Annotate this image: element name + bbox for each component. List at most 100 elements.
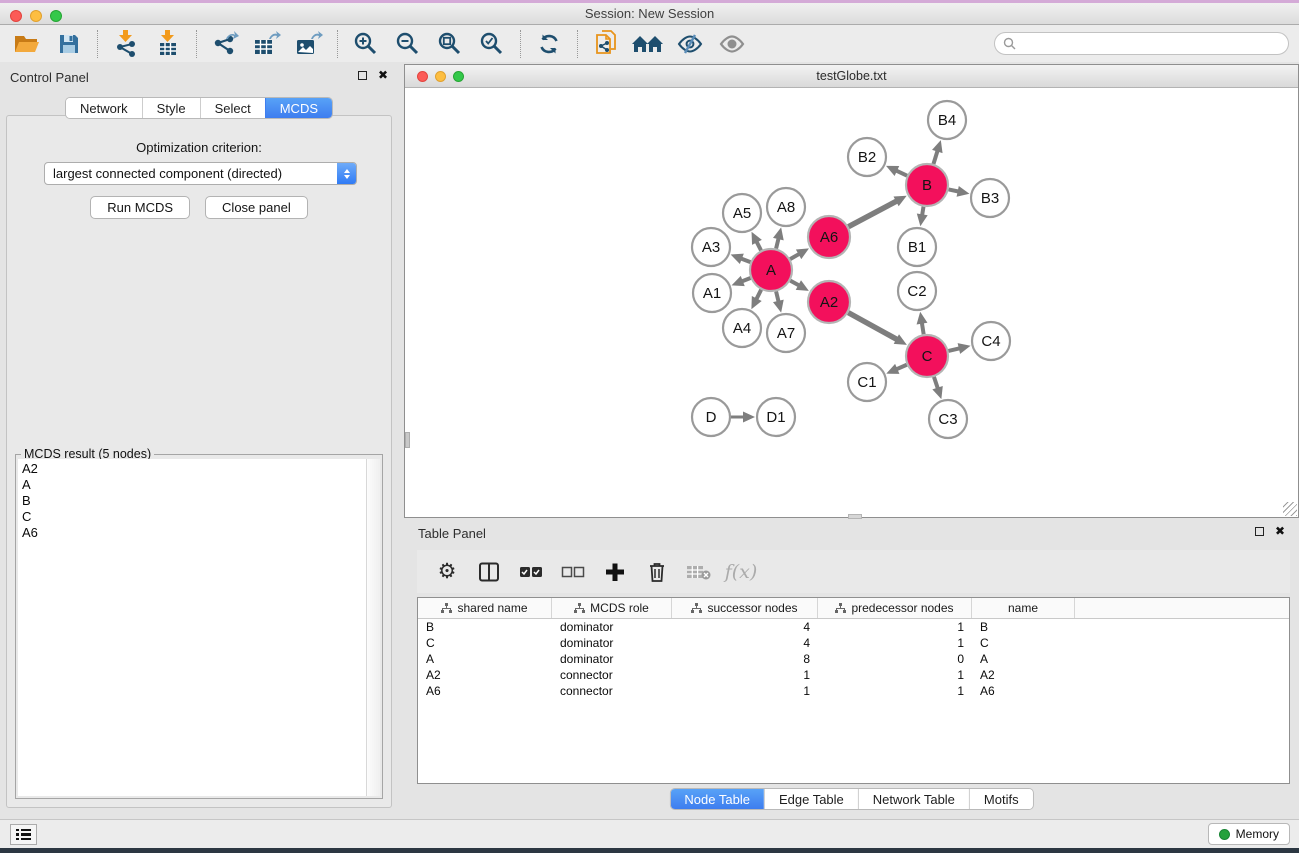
zoom-selected-button[interactable]	[471, 28, 513, 60]
graph-edge[interactable]	[848, 313, 898, 340]
table-cell[interactable]: 1	[818, 684, 972, 698]
table-cell[interactable]: B	[972, 620, 1075, 634]
unselect-all-columns-button[interactable]	[559, 558, 587, 586]
delete-column-button[interactable]	[643, 558, 671, 586]
graph-node[interactable]: C2	[898, 272, 936, 310]
graph-node[interactable]: A8	[767, 188, 805, 226]
table-cell[interactable]: A6	[972, 684, 1075, 698]
zoom-in-button[interactable]	[345, 28, 387, 60]
bottom-divider-handle[interactable]	[848, 514, 862, 519]
import-table-button[interactable]	[147, 28, 189, 60]
graph-node[interactable]: C	[906, 335, 948, 377]
select-all-columns-button[interactable]	[517, 558, 545, 586]
search-field[interactable]	[994, 32, 1289, 55]
column-header[interactable]: name	[972, 598, 1075, 618]
graph-node[interactable]: C1	[848, 363, 886, 401]
graph-edge[interactable]	[934, 377, 938, 390]
zoom-out-button[interactable]	[387, 28, 429, 60]
table-cell[interactable]: 1	[818, 620, 972, 634]
graph-node[interactable]: B1	[898, 228, 936, 266]
show-panels-button[interactable]	[711, 28, 753, 60]
graph-node[interactable]: A1	[693, 274, 731, 312]
tab-mcds[interactable]: MCDS	[265, 98, 332, 118]
memory-button[interactable]: Memory	[1208, 823, 1290, 845]
close-table-panel-icon[interactable]: ✖	[1275, 526, 1285, 536]
export-image-button[interactable]	[288, 28, 330, 60]
mcds-result-item[interactable]: A	[22, 477, 366, 493]
graph-node[interactable]: C4	[972, 322, 1010, 360]
network-minimize-button[interactable]	[435, 71, 446, 82]
table-cell[interactable]: A2	[418, 668, 552, 682]
close-window-button[interactable]	[10, 10, 22, 22]
table-cell[interactable]: 1	[818, 668, 972, 682]
graph-node[interactable]: A4	[723, 309, 761, 347]
table-row[interactable]: Adominator80A	[418, 651, 1289, 667]
table-row[interactable]: A2connector11A2	[418, 667, 1289, 683]
graph-node[interactable]: B	[906, 164, 948, 206]
tab-node-table[interactable]: Node Table	[670, 789, 764, 809]
mcds-result-item[interactable]: B	[22, 493, 366, 509]
table-options-button[interactable]: ⚙	[433, 558, 461, 586]
float-table-panel-icon[interactable]	[1255, 527, 1264, 536]
mcds-result-item[interactable]: A6	[22, 525, 366, 541]
zoom-fit-button[interactable]	[429, 28, 471, 60]
table-cell[interactable]: 1	[818, 636, 972, 650]
column-header[interactable]: successor nodes	[672, 598, 818, 618]
search-input[interactable]	[1021, 35, 1288, 53]
column-header[interactable]: MCDS role	[552, 598, 672, 618]
graph-node[interactable]: A	[750, 249, 792, 291]
column-header[interactable]: predecessor nodes	[818, 598, 972, 618]
graph-node[interactable]: A3	[692, 228, 730, 266]
graph-node[interactable]: B4	[928, 101, 966, 139]
run-mcds-button[interactable]: Run MCDS	[90, 196, 190, 219]
create-column-button[interactable]	[601, 558, 629, 586]
table-row[interactable]: A6connector11A6	[418, 683, 1289, 699]
criterion-select[interactable]: largest connected component (directed)	[44, 162, 357, 185]
float-panel-icon[interactable]	[358, 71, 367, 80]
hide-panels-button[interactable]	[669, 28, 711, 60]
network-maximize-button[interactable]	[453, 71, 464, 82]
left-divider-handle[interactable]	[405, 432, 410, 448]
table-row[interactable]: Cdominator41C	[418, 635, 1289, 651]
tab-style[interactable]: Style	[142, 98, 200, 118]
graph-edge[interactable]	[848, 200, 897, 226]
graph-node[interactable]: D1	[757, 398, 795, 436]
table-cell[interactable]: 1	[672, 684, 818, 698]
network-canvas[interactable]: AA1A2A3A4A5A6A7A8BB1B2B3B4CC1C2C3C4DD1	[405, 88, 1298, 517]
column-header[interactable]: shared name	[418, 598, 552, 618]
tab-network[interactable]: Network	[66, 98, 142, 118]
refresh-button[interactable]	[528, 28, 570, 60]
graph-edge[interactable]	[933, 150, 937, 164]
table-cell[interactable]: C	[418, 636, 552, 650]
graph-node[interactable]: A5	[723, 194, 761, 232]
table-cell[interactable]: 4	[672, 620, 818, 634]
tab-select[interactable]: Select	[200, 98, 265, 118]
graph-node[interactable]: B3	[971, 179, 1009, 217]
table-cell[interactable]: A2	[972, 668, 1075, 682]
table-cell[interactable]: connector	[552, 684, 672, 698]
export-network-button[interactable]	[204, 28, 246, 60]
table-cell[interactable]: dominator	[552, 620, 672, 634]
table-cell[interactable]: dominator	[552, 652, 672, 666]
show-columns-button[interactable]	[475, 558, 503, 586]
table-cell[interactable]: A	[972, 652, 1075, 666]
mcds-result-item[interactable]: A2	[22, 461, 366, 477]
maximize-window-button[interactable]	[50, 10, 62, 22]
network-window-titlebar[interactable]: testGlobe.txt	[405, 65, 1298, 88]
new-network-from-selection-button[interactable]	[585, 28, 627, 60]
table-cell[interactable]: B	[418, 620, 552, 634]
window-resize-grip[interactable]	[1283, 502, 1297, 516]
table-cell[interactable]: A6	[418, 684, 552, 698]
network-close-button[interactable]	[417, 71, 428, 82]
mcds-result-item[interactable]: C	[22, 509, 366, 525]
table-cell[interactable]: A	[418, 652, 552, 666]
graph-node[interactable]: C3	[929, 400, 967, 438]
close-panel-button[interactable]: Close panel	[205, 196, 308, 219]
table-cell[interactable]: C	[972, 636, 1075, 650]
table-cell[interactable]: 8	[672, 652, 818, 666]
table-cell[interactable]: connector	[552, 668, 672, 682]
tab-motifs[interactable]: Motifs	[969, 789, 1033, 809]
table-cell[interactable]: 4	[672, 636, 818, 650]
minimize-window-button[interactable]	[30, 10, 42, 22]
cybrowser-button[interactable]	[627, 28, 669, 60]
